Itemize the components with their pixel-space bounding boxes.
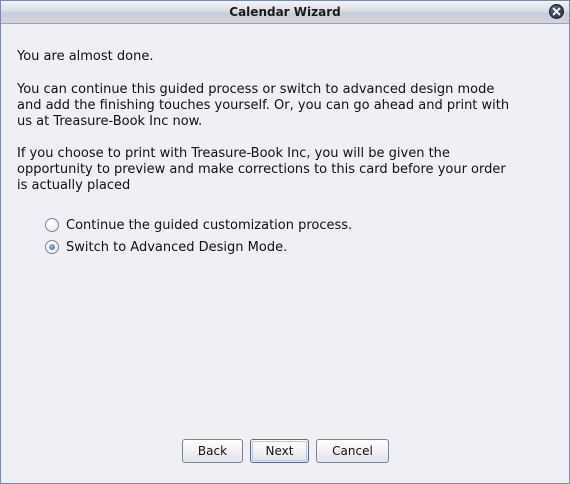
cancel-button[interactable]: Cancel [316, 439, 389, 463]
radio-unselected-icon[interactable] [45, 218, 59, 232]
back-button[interactable]: Back [182, 439, 243, 463]
window-title: Calendar Wizard [229, 5, 341, 19]
calendar-wizard-dialog: Calendar Wizard You are almost done. You… [0, 0, 570, 484]
title-bar[interactable]: Calendar Wizard [1, 1, 569, 24]
radio-selected-icon[interactable] [45, 240, 59, 254]
option-advanced-design-label: Switch to Advanced Design Mode. [66, 239, 288, 255]
option-continue-guided[interactable]: Continue the guided customization proces… [45, 216, 352, 234]
option-advanced-design[interactable]: Switch to Advanced Design Mode. [45, 238, 287, 256]
close-button[interactable] [549, 4, 564, 19]
next-button[interactable]: Next [250, 439, 309, 463]
print-info-text: If you choose to print with Treasure-Boo… [17, 146, 506, 193]
intro-text: You are almost done. [17, 49, 154, 64]
option-continue-guided-label: Continue the guided customization proces… [66, 217, 353, 233]
dialog-content: You are almost done. You can continue th… [1, 24, 569, 483]
close-icon [552, 7, 561, 16]
instructions-text: You can continue this guided process or … [17, 82, 510, 129]
